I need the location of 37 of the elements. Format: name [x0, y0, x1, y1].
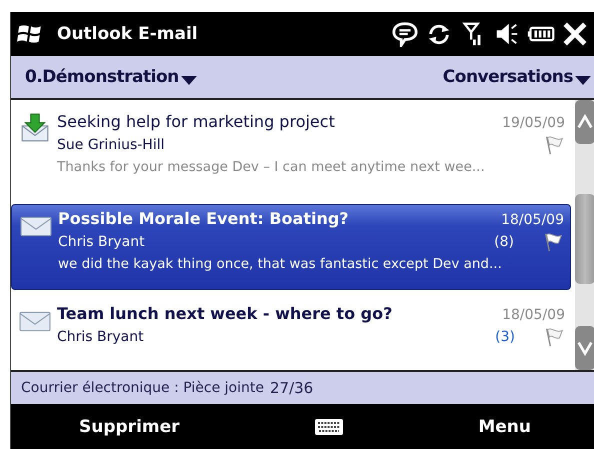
caret-icon [180, 76, 197, 84]
close-icon[interactable] [561, 21, 589, 47]
chevron-down-icon [576, 339, 594, 357]
caret-icon [575, 76, 591, 84]
message-item[interactable]: Team lunch next week - where to go? 18/05/09 Chris Bryant (3) [11, 300, 571, 370]
delete-softkey[interactable]: Supprimer [75, 412, 184, 440]
message-date: 18/05/09 [501, 212, 564, 228]
scroll-thumb[interactable] [575, 194, 594, 284]
message-subject: Team lunch next week - where to go? [57, 304, 392, 323]
message-sender: Chris Bryant [57, 329, 144, 345]
conversation-count: (8) [494, 234, 514, 250]
chevron-up-icon [576, 113, 594, 131]
envelope-download-icon [19, 112, 51, 144]
message-date: 18/05/09 [502, 307, 565, 323]
keyboard-icon[interactable] [314, 418, 344, 436]
view-dropdown[interactable]: Conversations [442, 67, 591, 87]
scroll-up-button[interactable] [575, 100, 594, 144]
window-title: Outlook E-mail [57, 24, 198, 44]
flag-icon[interactable] [542, 231, 564, 253]
message-item[interactable]: Possible Morale Event: Boating? 18/05/09 Chris Bryant (8) we did the kayak thing once, that was fantastic except Dev and... [11, 204, 571, 290]
message-item[interactable]: Seeking help for marketing project 19/05/09 Sue Grinius-Hill Thanks for your message Dev – I can meet anytime next wee... [11, 108, 571, 194]
menu-softkey[interactable]: Menu [474, 412, 535, 440]
message-preview: Thanks for your message Dev – I can meet anytime next wee... [57, 159, 486, 175]
message-subject: Seeking help for marketing project [57, 112, 335, 131]
conversation-count: (3) [495, 329, 515, 345]
speech-bubble-icon[interactable] [391, 21, 419, 47]
envelope-icon [20, 215, 52, 237]
message-counter: 27/36 [270, 379, 314, 397]
message-date: 19/05/09 [502, 115, 565, 131]
scroll-down-button[interactable] [575, 326, 594, 370]
account-dropdown[interactable]: 0.Démonstration [25, 67, 197, 87]
message-preview: we did the kayak thing once, that was fantastic except Dev and... [58, 256, 503, 272]
message-sender: Sue Grinius-Hill [57, 137, 164, 153]
status-label: Courrier électronique : Pièce jointe [21, 380, 264, 396]
envelope-icon [19, 310, 51, 332]
message-sender: Chris Bryant [58, 234, 145, 250]
message-subject: Possible Morale Event: Boating? [58, 209, 349, 228]
